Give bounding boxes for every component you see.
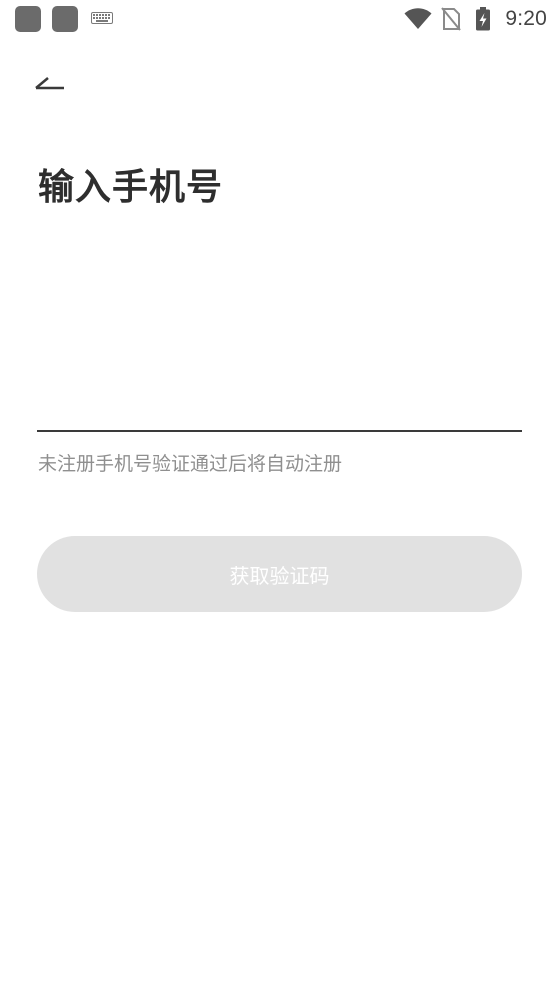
battery-charging-icon	[476, 7, 490, 31]
wifi-icon	[404, 8, 432, 29]
phone-number-input[interactable]	[37, 380, 522, 432]
back-arrow-icon	[35, 77, 64, 90]
keyboard-icon	[91, 12, 113, 24]
app-notification-icon	[52, 6, 78, 32]
app-notification-icon	[15, 6, 41, 32]
back-button[interactable]	[30, 66, 72, 100]
status-time: 9:20	[505, 7, 547, 30]
page-title: 输入手机号	[38, 167, 224, 208]
status-bar: 9:20	[0, 0, 559, 38]
get-verification-code-label: 获取验证码	[229, 563, 330, 588]
registration-hint: 未注册手机号验证通过后将自动注册	[38, 453, 343, 475]
get-verification-code-button[interactable]: 获取验证码	[37, 536, 522, 612]
no-sim-icon	[441, 7, 461, 31]
